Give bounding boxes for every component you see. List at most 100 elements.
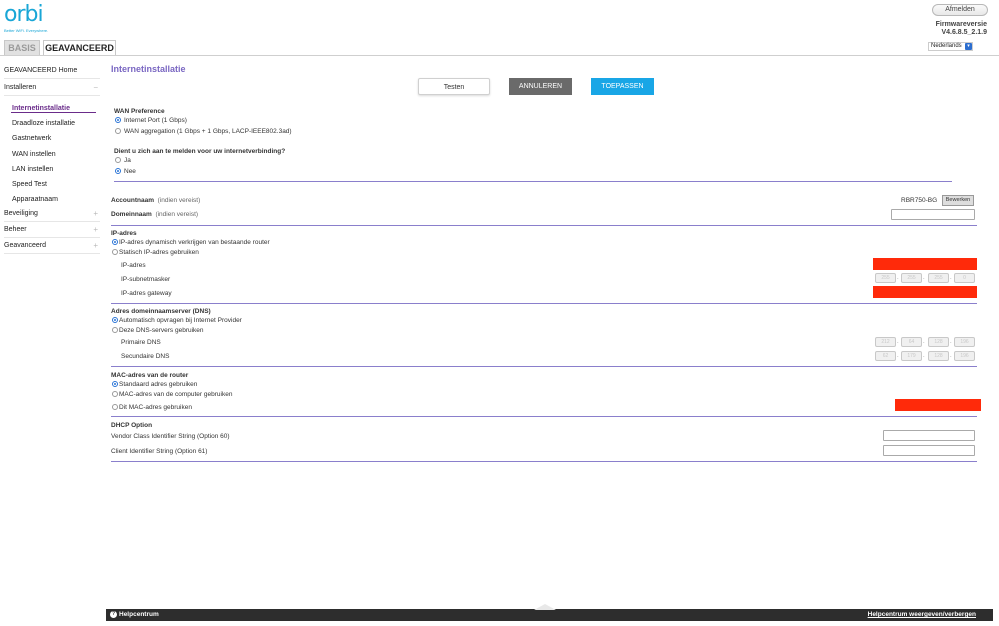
logo-tagline: Better WiFi. Everywhere.	[4, 28, 49, 33]
sidebar-item-label: Beheer	[4, 226, 27, 233]
sidebar-item-beveiliging[interactable]: Beveiliging +	[4, 206, 100, 222]
firmware-value: V4.6.8.5_2.1.9	[941, 29, 987, 36]
secondary-dns-octet-4[interactable]: 196	[954, 351, 975, 361]
vendor-class-label: Vendor Class Identifier String (Option 6…	[111, 433, 230, 440]
divider	[111, 225, 977, 226]
account-hint: (indien vereist)	[157, 197, 201, 204]
dot-separator: .	[897, 353, 899, 359]
radio-label: MAC-adres van de computer gebruiken	[119, 391, 233, 398]
radio-label: IP-adres dynamisch verkrijgen van bestaa…	[119, 239, 270, 246]
expand-icon[interactable]: +	[93, 206, 98, 222]
expand-icon[interactable]: +	[93, 222, 98, 238]
secondary-dns-octet-2[interactable]: 179	[901, 351, 922, 361]
radio-mac-custom[interactable]	[112, 404, 118, 410]
secondary-dns-octet-1[interactable]: 62	[875, 351, 896, 361]
sidebar-sub-apparaatnaam[interactable]: Apparaatnaam	[12, 195, 58, 205]
subnet-octet-3[interactable]: 255	[928, 273, 949, 283]
redacted-ip-address	[873, 258, 977, 270]
redacted-gateway	[873, 286, 977, 298]
apply-button[interactable]: TOEPASSEN	[591, 78, 654, 95]
login-question-heading: Dient u zich aan te melden voor uw inter…	[114, 148, 286, 155]
sidebar-item-geavanceerd[interactable]: Geavanceerd +	[4, 238, 100, 254]
radio-wan-aggregation[interactable]	[115, 128, 121, 134]
sidebar-sub-draadloze[interactable]: Draadloze installatie	[12, 119, 75, 129]
primary-dns-octet-1[interactable]: 212	[875, 337, 896, 347]
ip-heading: IP-adres	[111, 230, 137, 237]
header-divider	[0, 55, 999, 56]
primary-dns-octet-2[interactable]: 64	[901, 337, 922, 347]
sidebar-sub-wan[interactable]: WAN instellen	[12, 150, 56, 160]
sidebar-item-beheer[interactable]: Beheer +	[4, 222, 100, 238]
subnet-label: IP-subnetmasker	[121, 276, 171, 283]
divider	[114, 181, 952, 182]
account-label: Accountnaam	[111, 197, 154, 204]
divider	[111, 416, 977, 417]
radio-ip-static[interactable]	[112, 249, 118, 255]
subnet-octet-4[interactable]: 0	[954, 273, 975, 283]
radio-dns-manual[interactable]	[112, 327, 118, 333]
radio-dns-auto[interactable]	[112, 317, 118, 323]
tab-basis[interactable]: BASIS	[4, 40, 40, 55]
dot-separator: .	[923, 353, 925, 359]
radio-label: Deze DNS-servers gebruiken	[119, 327, 204, 334]
radio-ip-dynamic[interactable]	[112, 239, 118, 245]
logout-button[interactable]: Afmelden	[932, 4, 988, 16]
ip-address-label: IP-adres	[121, 262, 146, 269]
mac-heading: MAC-adres van de router	[111, 372, 189, 379]
domain-input[interactable]	[891, 209, 975, 220]
client-id-input[interactable]	[883, 445, 975, 456]
chevron-up-icon[interactable]	[534, 604, 556, 610]
primary-dns-label: Primaire DNS	[121, 339, 161, 346]
radio-login-yes[interactable]	[115, 157, 121, 163]
subnet-octet-1[interactable]: 255	[875, 273, 896, 283]
divider	[111, 366, 977, 367]
expand-icon[interactable]: +	[93, 238, 98, 254]
domain-hint: (indien vereist)	[155, 211, 199, 218]
radio-mac-computer[interactable]	[112, 391, 118, 397]
dot-separator: .	[897, 275, 899, 281]
sidebar-item-label: Geavanceerd	[4, 242, 47, 249]
orbi-logo: orbi Better WiFi. Everywhere.	[4, 2, 49, 34]
secondary-dns-octet-3[interactable]: 128	[928, 351, 949, 361]
sidebar-sub-gastnetwerk[interactable]: Gastnetwerk	[12, 134, 51, 144]
radio-login-no[interactable]	[115, 168, 121, 174]
radio-label: Statisch IP-adres gebruiken	[119, 249, 199, 256]
radio-label: Internet Port (1 Gbps)	[124, 117, 187, 124]
tab-geavanceerd[interactable]: GEAVANCEERD	[43, 40, 116, 55]
radio-label: Standaard adres gebruiken	[119, 381, 198, 388]
subnet-octet-2[interactable]: 255	[901, 273, 922, 283]
gateway-label: IP-adres gateway	[121, 290, 172, 297]
radio-mac-default[interactable]	[112, 381, 118, 387]
router-admin-page: orbi Better WiFi. Everywhere. Afmelden F…	[0, 0, 999, 626]
help-center-label: Helpcentrum	[119, 611, 159, 618]
primary-dns-octet-3[interactable]: 128	[928, 337, 949, 347]
radio-label: Ja	[124, 157, 131, 164]
page-title: Internetinstallatie	[111, 64, 186, 74]
sidebar-item-label: GEAVANCEERD Home	[4, 67, 78, 74]
sidebar-item-home[interactable]: GEAVANCEERD Home	[4, 63, 100, 79]
dot-separator: .	[897, 339, 899, 345]
cancel-button[interactable]: ANNULEREN	[509, 78, 572, 95]
collapse-icon[interactable]: −	[93, 80, 98, 96]
test-button[interactable]: Testen	[418, 78, 490, 95]
radio-label: Automatisch opvragen bij Internet Provid…	[119, 317, 242, 324]
sidebar-sub-lan[interactable]: LAN instellen	[12, 165, 53, 175]
help-center-toggle-link[interactable]: Helpcentrum weergeven/verbergen	[868, 609, 976, 621]
secondary-dns-label: Secundaire DNS	[121, 353, 170, 360]
dns-heading: Adres domeinnaamserver (DNS)	[111, 308, 211, 315]
edit-button[interactable]: Bewerken	[942, 195, 974, 206]
radio-internet-port[interactable]	[115, 117, 121, 123]
chevron-down-icon[interactable]: ▾	[965, 43, 972, 50]
radio-label: WAN aggregation (1 Gbps + 1 Gbps, LACP-I…	[124, 128, 292, 135]
wan-preference-heading: WAN Preference	[114, 108, 165, 115]
sidebar-item-installeren[interactable]: Installeren −	[4, 80, 100, 96]
logo-text: orbi	[4, 2, 44, 27]
radio-label: Dit MAC-adres gebruiken	[119, 404, 192, 411]
client-id-label: Client Identifier String (Option 61)	[111, 448, 208, 455]
dot-separator: .	[923, 275, 925, 281]
primary-dns-octet-4[interactable]: 196	[954, 337, 975, 347]
divider	[111, 303, 977, 304]
sidebar-item-label: Installeren	[4, 84, 37, 91]
sidebar-sub-speedtest[interactable]: Speed Test	[12, 180, 47, 190]
vendor-class-input[interactable]	[883, 430, 975, 441]
